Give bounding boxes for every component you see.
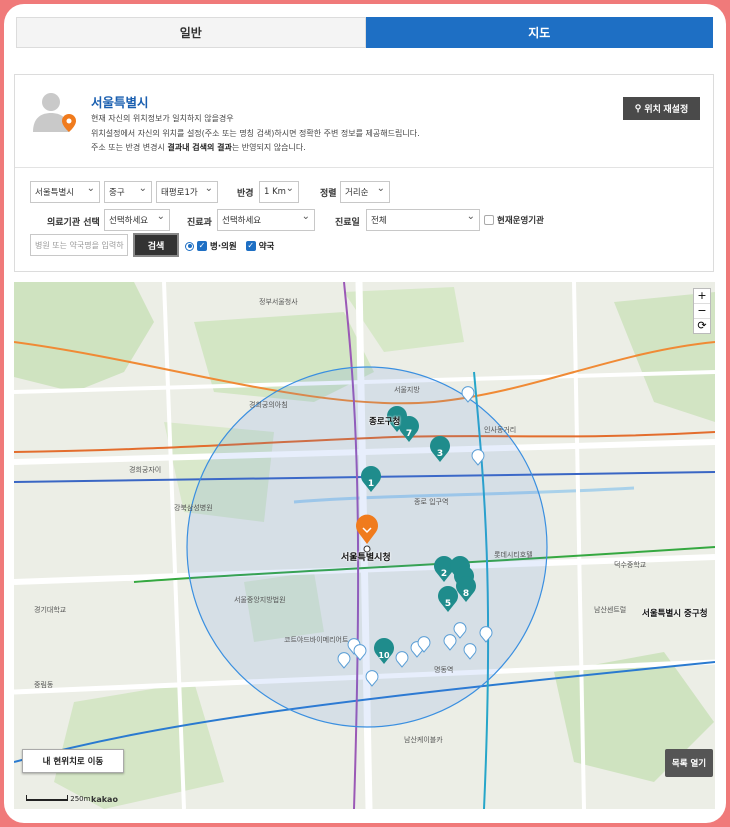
desc-line-2: 위치설정에서 자신의 위치를 설정(주소 또는 명칭 검색)하시면 정확한 주변… [91, 128, 420, 138]
svg-text:경희궁의아침: 경희궁의아침 [249, 400, 288, 409]
desc-line-3-bold: 결과내 검색의 결과 [167, 143, 232, 152]
hospital-checkbox[interactable]: ✓ [197, 241, 207, 251]
radius-label: 반경 [237, 189, 254, 199]
location-description: 현재 자신의 위치정보가 일치하지 않을경우 위치설정에서 자신의 위치를 설정… [91, 112, 420, 156]
search-button[interactable]: 검색 [133, 233, 179, 257]
dept-label: 진료과 [187, 218, 212, 228]
open-now-checkbox[interactable] [484, 215, 494, 225]
day-select[interactable]: 전체 [366, 209, 480, 231]
svg-text:종로 입구역: 종로 입구역 [414, 497, 448, 506]
jongno-office-label: 종로구청 [369, 417, 401, 427]
location-reset-label: 위치 재설정 [644, 104, 689, 114]
desc-line-1: 현재 자신의 위치정보가 일치하지 않을경우 [91, 114, 234, 123]
location-info: 서울특별시 현재 자신의 위치정보가 일치하지 않을경우 위치설정에서 자신의 … [15, 75, 713, 168]
svg-text:정부서울청사: 정부서울청사 [259, 297, 298, 306]
svg-text:경희궁자이: 경희궁자이 [129, 465, 161, 474]
desc-line-3: 주소 또는 반경 변경시 결과내 검색의 결과는 반영되지 않습니다. [91, 141, 420, 156]
map-scale: 250m [26, 795, 90, 803]
svg-text:1: 1 [368, 479, 374, 489]
city-hall-label: 서울특별시청 [341, 553, 391, 563]
svg-text:7: 7 [406, 429, 412, 439]
dong-select[interactable]: 태평로1가 [156, 181, 218, 203]
svg-text:서울중앙지방법원: 서울중앙지방법원 [234, 595, 286, 604]
svg-text:남산케이블카: 남산케이블카 [404, 735, 443, 744]
my-location-button[interactable]: 내 현위치로 이동 [22, 749, 124, 773]
svg-text:코트야드바이메리어트: 코트야드바이메리어트 [284, 635, 349, 644]
svg-text:2: 2 [441, 569, 447, 579]
city-select[interactable]: 서울특별시 [30, 181, 100, 203]
svg-text:명동역: 명동역 [434, 665, 453, 674]
radius-select[interactable]: 1 Km [259, 181, 299, 203]
svg-text:인사동거리: 인사동거리 [484, 425, 516, 434]
sort-label: 정렬 [320, 189, 337, 199]
location-title: 서울특별시 [91, 95, 149, 110]
sort-select[interactable]: 거리순 [340, 181, 390, 203]
svg-text:3: 3 [437, 449, 443, 459]
svg-text:5: 5 [445, 599, 451, 609]
list-open-button[interactable]: 목록 열기 [665, 749, 713, 777]
tab-map[interactable]: 지도 [365, 17, 713, 48]
filter-radio[interactable] [185, 241, 194, 251]
pharmacy-checkbox[interactable]: ✓ [245, 241, 256, 251]
svg-text:중림동: 중림동 [34, 681, 54, 689]
svg-text:남산센트럴: 남산센트럴 [594, 605, 626, 614]
map-scale-label: 250m [70, 795, 91, 803]
svg-text:8: 8 [463, 589, 469, 599]
hospital-label: 병·의원 [210, 242, 237, 252]
day-label: 진료일 [335, 218, 360, 228]
search-panel: 서울특별시 현재 자신의 위치정보가 일치하지 않을경우 위치설정에서 자신의 … [14, 74, 714, 272]
junggu-office-label: 서울특별시 중구청 [642, 609, 708, 619]
result-type-filter: ✓ 병·의원 ✓ 약국 [185, 240, 274, 252]
kakao-logo: kakao [91, 795, 118, 804]
type-label: 의료기관 선택 [47, 218, 100, 228]
map-canvas[interactable]: 정부서울청사 경희궁의아침 서울지방 인사동거리 경희궁자이 강북삼성병원 종로… [14, 282, 715, 809]
svg-text:경기대학교: 경기대학교 [34, 605, 67, 614]
app-frame: 일반 지도 서울특별시 현재 자신의 위치정보가 일치하지 않을경우 위치설정에… [4, 4, 726, 823]
view-tabs: 일반 지도 [16, 17, 713, 48]
svg-text:10: 10 [378, 651, 390, 660]
open-now-label: 현재운영기관 [497, 216, 544, 226]
location-reset-button[interactable]: ⚲ 위치 재설정 [623, 97, 700, 120]
user-avatar-icon [33, 93, 76, 132]
zoom-out-button[interactable]: − [694, 304, 710, 319]
tab-general[interactable]: 일반 [16, 17, 366, 48]
desc-line-3-post: 는 반영되지 않습니다. [231, 143, 306, 152]
svg-text:서울지방: 서울지방 [394, 385, 420, 394]
type-select[interactable]: 선택하세요 [104, 209, 170, 231]
zoom-in-button[interactable]: + [694, 289, 710, 304]
open-now-filter[interactable]: 현재운영기관 [484, 214, 544, 226]
refresh-icon[interactable]: ⟳ [694, 319, 710, 333]
svg-text:강북삼성병원: 강북삼성병원 [174, 503, 213, 512]
pin-icon: ⚲ [634, 103, 642, 113]
pharmacy-label: 약국 [258, 242, 275, 252]
map-view[interactable]: 정부서울청사 경희궁의아침 서울지방 인사동거리 경희궁자이 강북삼성병원 종로… [14, 282, 715, 809]
search-input[interactable]: 병원 또는 약국명을 입력하 [30, 234, 128, 256]
zoom-control: + − ⟳ [693, 288, 711, 334]
desc-line-3-pre: 주소 또는 반경 변경시 [91, 143, 168, 152]
district-select[interactable]: 중구 [104, 181, 152, 203]
svg-text:덕수중학교: 덕수중학교 [614, 560, 647, 569]
dept-select[interactable]: 선택하세요 [217, 209, 315, 231]
svg-text:롯데시티호텔: 롯데시티호텔 [494, 550, 533, 559]
